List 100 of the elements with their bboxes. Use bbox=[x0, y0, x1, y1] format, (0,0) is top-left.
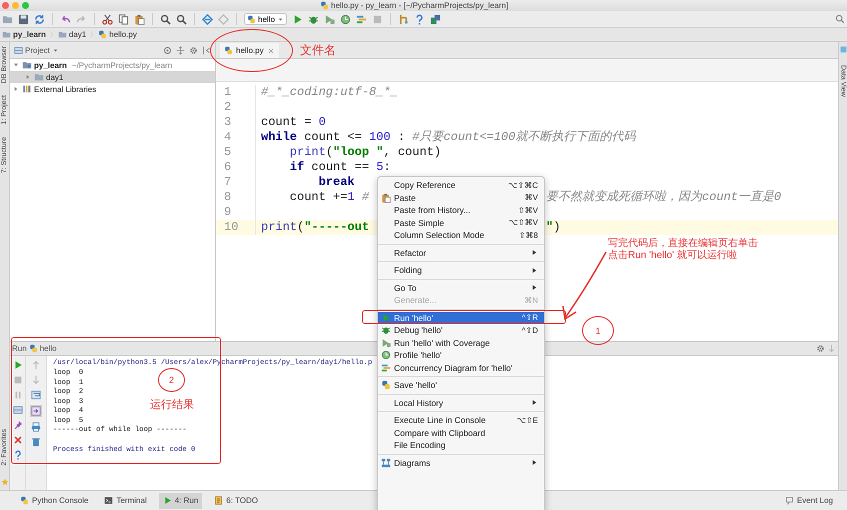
tree-item[interactable]: External Libraries bbox=[10, 83, 215, 95]
python-icon bbox=[247, 14, 256, 24]
close-icon[interactable] bbox=[12, 435, 22, 446]
line-number: 2 bbox=[216, 100, 256, 115]
replace-icon[interactable] bbox=[176, 14, 187, 24]
menu-item[interactable]: Refactor bbox=[378, 246, 544, 259]
stop-icon[interactable] bbox=[372, 14, 383, 24]
submenu-arrow-icon bbox=[531, 284, 538, 292]
search-icon[interactable] bbox=[160, 14, 171, 24]
line-number: 5 bbox=[216, 145, 256, 160]
search-icon[interactable] bbox=[835, 14, 845, 24]
tree-item[interactable]: py_learn ~/PycharmProjects/py_learn bbox=[10, 59, 215, 71]
cut-icon[interactable] bbox=[102, 14, 113, 24]
python-icon bbox=[98, 30, 108, 39]
diagram-icon bbox=[381, 458, 391, 468]
menu-item[interactable]: Paste from History... ⇧⌘V bbox=[378, 204, 544, 216]
menu-item[interactable]: Paste ⌘V bbox=[378, 192, 544, 204]
tool-icon[interactable] bbox=[430, 14, 441, 24]
coverage-icon[interactable] bbox=[324, 14, 335, 24]
code-line: ") bbox=[545, 220, 560, 235]
menu-item[interactable]: Run 'hello' ^⇧R bbox=[378, 312, 544, 324]
breadcrumb-item[interactable]: day1 bbox=[58, 30, 86, 39]
target-icon[interactable] bbox=[163, 46, 172, 54]
rerun-icon[interactable] bbox=[12, 360, 22, 370]
tool-window-button[interactable]: Terminal bbox=[100, 492, 151, 508]
clipboard-icon bbox=[381, 192, 391, 203]
menu-item[interactable]: Compare with Clipboard bbox=[378, 426, 544, 439]
up-arrow-icon[interactable] bbox=[31, 360, 41, 370]
shortcut-label: ⌥⇧E bbox=[516, 416, 538, 425]
paste-icon[interactable] bbox=[134, 14, 145, 24]
star-icon[interactable] bbox=[0, 478, 8, 486]
menu-item[interactable]: Diagrams bbox=[378, 456, 544, 469]
save-icon[interactable] bbox=[18, 14, 29, 24]
layout-icon[interactable] bbox=[12, 405, 22, 416]
code-line: 要不然就变成死循环啦，因为count一直是0 bbox=[545, 190, 782, 205]
forward-icon[interactable] bbox=[218, 14, 229, 24]
menu-item[interactable]: Run 'hello' with Coverage bbox=[378, 336, 544, 349]
print-icon[interactable] bbox=[31, 422, 41, 432]
menu-item[interactable]: Local History bbox=[378, 396, 544, 409]
menu-item[interactable]: Copy Reference ⌥⇧⌘C bbox=[378, 179, 544, 192]
tool-window-button[interactable]: 4: Run bbox=[158, 492, 202, 508]
menu-item[interactable]: Debug 'hello' ^⇧D bbox=[378, 324, 544, 336]
breadcrumb-item[interactable]: py_learn bbox=[2, 30, 46, 39]
event-log-button[interactable]: Event Log bbox=[780, 492, 837, 508]
copy-icon[interactable] bbox=[118, 14, 129, 24]
run-config-dropdown[interactable]: hello bbox=[244, 13, 287, 25]
menu-item[interactable]: Paste Simple ⌥⇧⌘V bbox=[378, 216, 544, 229]
menu-item[interactable]: Folding bbox=[378, 264, 544, 276]
terminal-icon bbox=[104, 496, 114, 505]
folder-icon[interactable] bbox=[2, 14, 13, 24]
trash-icon[interactable] bbox=[31, 437, 41, 448]
down-arrow-icon[interactable] bbox=[31, 375, 41, 386]
expand-icon[interactable] bbox=[176, 46, 185, 54]
menu-item[interactable]: Profile 'hello' bbox=[378, 349, 544, 362]
bars-icon bbox=[381, 362, 391, 373]
back-icon[interactable] bbox=[202, 14, 213, 24]
annotation-label: 文件名 bbox=[300, 42, 336, 59]
expanded-arrow-icon bbox=[12, 61, 20, 69]
menu-item[interactable]: Execute Line in Console ⌥⇧E bbox=[378, 414, 544, 426]
checklist-icon bbox=[214, 496, 224, 505]
sync-icon[interactable] bbox=[34, 14, 45, 24]
run-config-name: hello bbox=[40, 344, 57, 354]
close-icon[interactable] bbox=[266, 46, 275, 54]
soft-wrap-icon[interactable] bbox=[31, 390, 41, 400]
menu-item[interactable]: Save 'hello' bbox=[378, 379, 544, 392]
close-window-button[interactable] bbox=[2, 2, 9, 9]
project-view-dropdown[interactable]: Project bbox=[14, 46, 59, 54]
code-line: if count == 5: bbox=[288, 160, 391, 175]
stop-icon[interactable] bbox=[12, 375, 22, 386]
profile-icon[interactable] bbox=[340, 14, 351, 24]
help-icon[interactable] bbox=[12, 450, 22, 460]
settings-icon[interactable] bbox=[189, 46, 198, 54]
line-number: 10 bbox=[216, 220, 256, 235]
data-view-icon bbox=[840, 46, 846, 53]
menu-item[interactable]: Concurrency Diagram for 'hello' bbox=[378, 362, 544, 374]
hide-icon[interactable] bbox=[202, 46, 211, 54]
undo-icon[interactable] bbox=[60, 14, 71, 24]
chevron-icon bbox=[89, 29, 96, 40]
shortcut-label: ^⇧R bbox=[522, 313, 538, 322]
pin-icon[interactable] bbox=[12, 420, 22, 430]
breadcrumb-item[interactable]: hello.py bbox=[98, 30, 137, 39]
maximize-window-button[interactable] bbox=[22, 2, 29, 9]
help-icon[interactable] bbox=[414, 14, 425, 24]
menu-item[interactable]: Column Selection Mode ⇧⌘8 bbox=[378, 229, 544, 242]
submenu-arrow-icon bbox=[531, 459, 538, 466]
vcs-icon[interactable] bbox=[398, 14, 409, 24]
pause-icon[interactable] bbox=[12, 390, 22, 400]
concurrency-icon[interactable] bbox=[356, 14, 367, 24]
scroll-to-end-icon[interactable] bbox=[31, 406, 41, 416]
tool-window-button[interactable]: 6: TODO bbox=[210, 492, 262, 508]
tree-item[interactable]: day1 bbox=[10, 71, 215, 83]
submenu-arrow-icon bbox=[531, 249, 538, 256]
redo-icon[interactable] bbox=[76, 14, 87, 24]
settings-icon[interactable] bbox=[816, 344, 825, 354]
line-number: 7 bbox=[216, 175, 256, 190]
tool-window-button[interactable]: Python Console bbox=[16, 492, 92, 508]
shortcut-label: ⌥⇧⌘C bbox=[508, 180, 538, 190]
editor-tab[interactable]: hello.py bbox=[220, 43, 279, 58]
menu-item[interactable]: Go To bbox=[378, 282, 544, 294]
menu-item[interactable]: File Encoding bbox=[378, 439, 544, 452]
